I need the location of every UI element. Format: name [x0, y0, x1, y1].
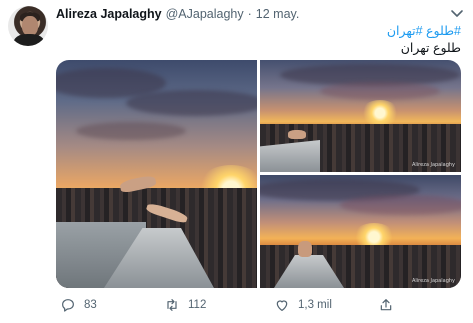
photo-1[interactable]: [56, 60, 257, 288]
sun: [360, 100, 400, 126]
author-name[interactable]: Alireza Japalaghy: [56, 7, 162, 21]
retweet-button[interactable]: 112: [164, 296, 206, 314]
photo-2[interactable]: Alireza Japalaghy: [260, 60, 461, 172]
chevron-down-icon[interactable]: [450, 9, 464, 19]
reply-icon: [62, 299, 74, 312]
cloud: [320, 82, 440, 100]
like-count: 1,3 mil: [298, 299, 332, 311]
header-separator: ·: [247, 7, 252, 21]
heart-icon: [276, 300, 288, 311]
author-handle[interactable]: @AJapalaghy: [166, 7, 244, 21]
person-figure: [288, 130, 306, 139]
tweet-date[interactable]: 12 may.: [256, 7, 300, 21]
tweet-actions: 83 112 1,3 mil: [56, 296, 461, 314]
like-button[interactable]: 1,3 mil: [274, 296, 332, 314]
photo-watermark: Alireza Japalaghy: [411, 278, 455, 284]
tweet-caption: طلوع تهران: [400, 41, 461, 55]
reply-button[interactable]: 83: [60, 296, 97, 314]
share-button[interactable]: [378, 296, 394, 314]
cloud: [76, 122, 186, 140]
person-figure: [298, 241, 312, 257]
avatar[interactable]: [8, 6, 48, 46]
cloud: [340, 195, 461, 215]
retweet-count: 112: [188, 299, 207, 311]
avatar-body: [14, 34, 44, 46]
avatar-face: [22, 16, 38, 36]
tweet-header: Alireza Japalaghy @AJapalaghy · 12 may.: [56, 7, 299, 21]
photo-watermark: Alireza Japalaghy: [411, 162, 455, 168]
reply-count: 83: [84, 299, 97, 311]
cloud: [126, 90, 257, 116]
retweet-icon: [167, 299, 177, 311]
share-icon: [380, 299, 392, 311]
tweet-media-grid: Alireza Japalaghy Alireza Japalaghy: [56, 60, 461, 288]
photo-3[interactable]: Alireza Japalaghy: [260, 175, 461, 288]
tweet-hashtags[interactable]: #طلوع #تهران: [387, 23, 461, 38]
